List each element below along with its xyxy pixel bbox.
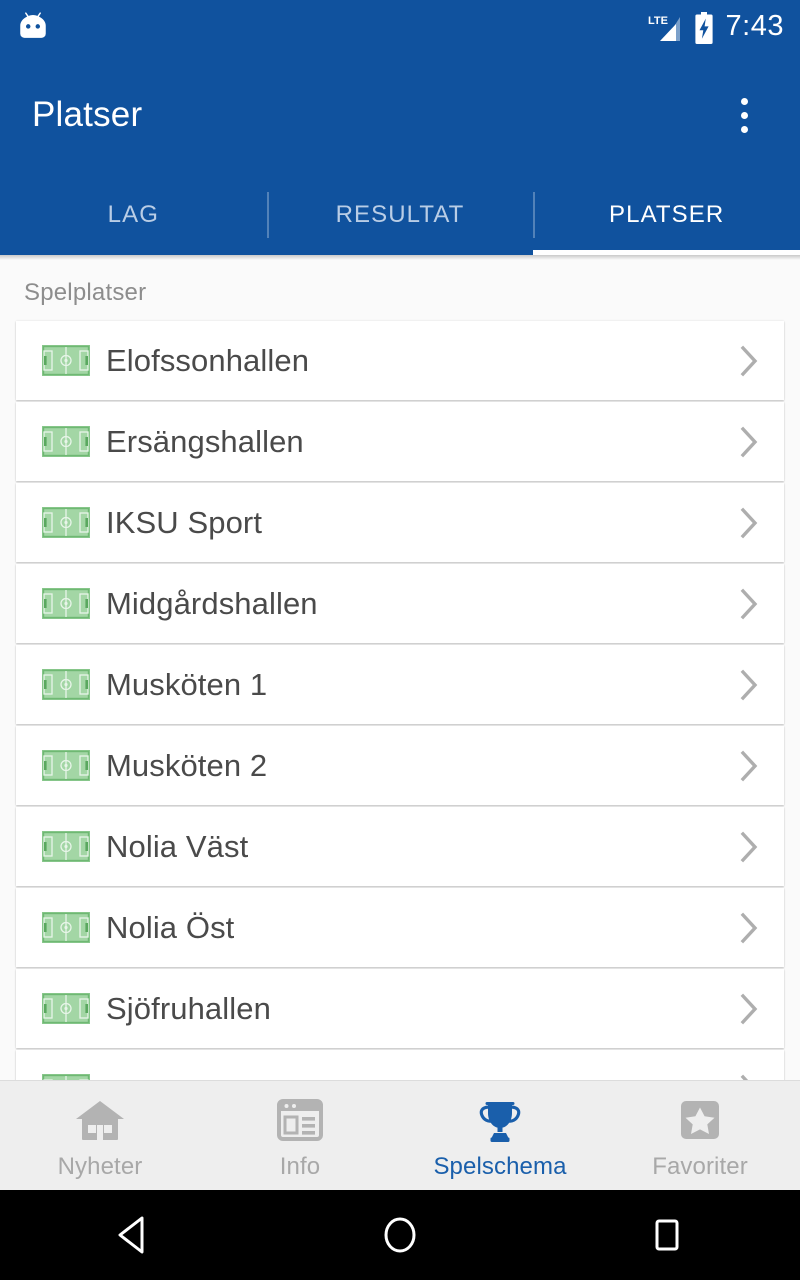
sports-pitch-icon xyxy=(42,345,90,376)
place-list-item[interactable]: Musköten 1 xyxy=(16,645,784,724)
place-list-item[interactable]: IKSU Sport xyxy=(16,483,784,562)
overflow-dot xyxy=(740,111,748,119)
home-icon xyxy=(76,1101,124,1140)
place-name: Ersängshallen xyxy=(106,423,304,459)
nav-label: Spelschema xyxy=(433,1153,567,1180)
chevron-right-icon xyxy=(740,993,758,1024)
tab-platser[interactable]: PLATSER xyxy=(533,175,800,255)
overflow-menu-icon[interactable] xyxy=(720,85,768,145)
lte-signal-icon: LTE xyxy=(648,15,680,41)
places-list: Elofssonhallen Ersängshallen IKSU Sport … xyxy=(0,321,800,1080)
sports-pitch-icon xyxy=(42,507,90,538)
place-list-item[interactable]: Sjöfruhallen xyxy=(16,969,784,1048)
chevron-right-icon xyxy=(740,345,758,376)
tab-lag[interactable]: LAG xyxy=(0,175,267,255)
nav-label: Info xyxy=(279,1153,321,1180)
sports-pitch-icon xyxy=(42,750,90,781)
sports-pitch-icon xyxy=(42,426,90,457)
sports-pitch-icon xyxy=(42,588,90,619)
nav-item-info[interactable]: Info xyxy=(200,1081,400,1181)
place-name: Sjöfruhallen xyxy=(106,990,271,1026)
home-circle-icon xyxy=(384,1217,416,1253)
sports-pitch-icon xyxy=(42,831,90,862)
tab-resultat[interactable]: RESULTAT xyxy=(266,175,534,255)
place-name: Elofssonhallen xyxy=(106,342,310,378)
star-icon xyxy=(681,1101,719,1139)
sports-pitch-icon xyxy=(42,993,90,1024)
system-recents-button[interactable] xyxy=(533,1215,800,1255)
status-bar: LTE 7:43 xyxy=(0,0,800,55)
svg-text:LTE: LTE xyxy=(648,15,668,27)
chevron-right-icon xyxy=(740,750,758,781)
place-name: IKSU Sport xyxy=(106,504,263,540)
nav-item-favoriter[interactable]: Favoriter xyxy=(600,1081,800,1181)
place-list-item[interactable]: Ersängshallen xyxy=(16,402,784,481)
tab-label: LAG xyxy=(107,201,159,228)
nav-label: Nyheter xyxy=(57,1153,143,1180)
chevron-right-icon xyxy=(740,912,758,943)
place-list-item[interactable] xyxy=(16,1050,784,1080)
place-list-item[interactable]: Nolia Väst xyxy=(16,807,784,886)
place-list-item[interactable]: Nolia Öst xyxy=(16,888,784,967)
nav-item-spelschema[interactable]: Spelschema xyxy=(400,1081,600,1181)
chevron-right-icon xyxy=(740,588,758,619)
sports-pitch-icon xyxy=(42,669,90,700)
places-list-panel[interactable]: Spelplatser Elofssonhallen Ersängshallen… xyxy=(0,255,800,1080)
chevron-right-icon xyxy=(740,1074,749,1080)
recents-square-icon xyxy=(655,1219,679,1251)
status-bar-clock: 7:43 xyxy=(725,10,784,42)
overflow-dot xyxy=(740,97,748,105)
status-bar-indicators: LTE 7:43 xyxy=(648,10,784,44)
status-bar-notifications xyxy=(16,11,50,45)
section-header: Spelplatser xyxy=(24,279,147,306)
place-name: Nolia Väst xyxy=(106,828,249,864)
system-home-button[interactable] xyxy=(267,1212,534,1258)
cyanogenmod-robot-icon xyxy=(20,11,46,38)
chevron-right-icon xyxy=(740,669,758,700)
page-title: Platser xyxy=(32,95,143,134)
tab-bar: LAG RESULTAT PLATSER xyxy=(0,175,800,255)
chevron-right-icon xyxy=(740,831,758,862)
battery-charging-icon xyxy=(694,11,713,44)
place-name: Midgårdshallen xyxy=(106,585,318,621)
place-list-item[interactable]: Elofssonhallen xyxy=(16,321,784,400)
app-bar: Platser xyxy=(0,55,800,175)
trophy-icon xyxy=(479,1102,521,1142)
place-name: Musköten 1 xyxy=(106,666,268,702)
place-list-item[interactable]: Midgårdshallen xyxy=(16,564,784,643)
chevron-right-icon xyxy=(740,507,758,538)
back-triangle-icon xyxy=(118,1216,144,1254)
nav-label: Favoriter xyxy=(652,1153,748,1180)
overflow-dot xyxy=(740,125,748,133)
place-list-item[interactable]: Musköten 2 xyxy=(16,726,784,805)
system-back-button[interactable] xyxy=(0,1214,267,1256)
tab-label: RESULTAT xyxy=(335,201,465,228)
bottom-navigation: Nyheter Info Spelschema Favoriter xyxy=(0,1080,800,1190)
system-navigation-bar xyxy=(0,1190,800,1280)
place-name: Musköten 2 xyxy=(106,747,268,783)
article-icon xyxy=(277,1099,323,1141)
sports-pitch-icon xyxy=(42,912,90,943)
phone-screen: LTE 7:43 Platser LAG RESULTAT PLATSER Sp… xyxy=(0,0,800,1280)
tab-label: PLATSER xyxy=(609,201,725,228)
chevron-right-icon xyxy=(740,426,758,457)
place-name: Nolia Öst xyxy=(106,909,235,945)
nav-item-nyheter[interactable]: Nyheter xyxy=(0,1081,200,1181)
